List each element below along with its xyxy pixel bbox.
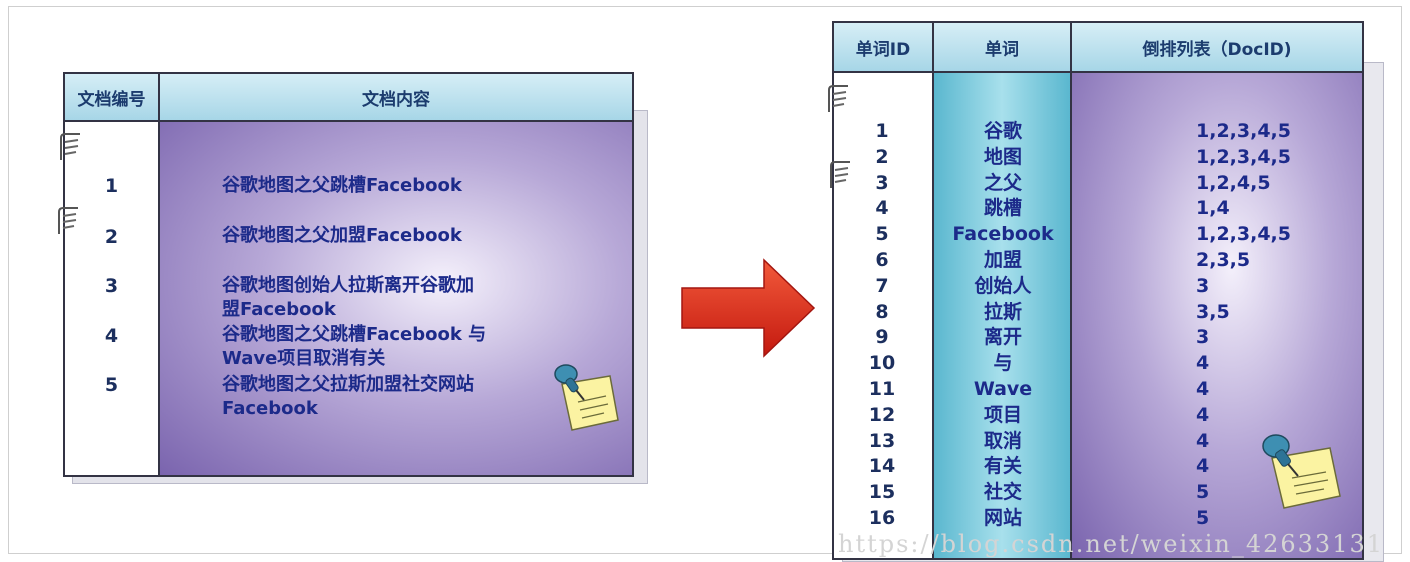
right-row-posting-list-7: 3 [1196, 275, 1210, 297]
right-row-id-1: 1 [875, 120, 889, 142]
right-row-id-16: 16 [868, 507, 896, 529]
right-row-word-3: 之父 [983, 172, 1022, 194]
right-row-word-7: 创始人 [974, 275, 1032, 297]
right-row-id-5: 5 [875, 223, 889, 245]
right-row-posting-list-8: 3,5 [1196, 301, 1230, 323]
right-row-posting-list-10: 4 [1196, 352, 1210, 374]
right-row-word-9: 离开 [983, 326, 1022, 348]
left-row-5-line-2: Facebook [222, 398, 318, 419]
right-row-posting-list-3: 1,2,4,5 [1196, 172, 1271, 194]
right-row-word-15: 社交 [983, 481, 1022, 503]
right-row-id-12: 12 [868, 404, 896, 426]
pushpin-note-icon [1262, 434, 1341, 509]
left-row-3-line-2: 盟Facebook [222, 299, 336, 320]
right-row-word-12: 项目 [983, 404, 1022, 426]
right-row-posting-list-11: 4 [1196, 378, 1210, 400]
left-header-doc-id: 文档编号 [63, 72, 160, 122]
right-row-word-4: 跳槽 [983, 197, 1022, 219]
right-row-id-10: 10 [868, 352, 896, 374]
paper-clip-icon [828, 85, 848, 112]
right-row-word-2: 地图 [983, 146, 1022, 168]
right-row-id-13: 13 [868, 430, 896, 452]
right-row-word-13: 取消 [983, 430, 1022, 452]
right-row-posting-list-9: 3 [1196, 326, 1210, 348]
left-row-2-line-1: 谷歌地图之父加盟Facebook [222, 225, 462, 246]
right-header-word: 单词 [934, 21, 1072, 73]
left-row-4-line-1: 谷歌地图之父跳槽Facebook 与 [222, 324, 487, 345]
watermark: https://blog.csdn.net/weixin_42633131 [838, 530, 1385, 558]
left-row-4-text: 谷歌地图之父跳槽Facebook 与 Wave项目取消有关 [222, 323, 522, 371]
paper-clip-icon [60, 133, 80, 160]
right-row-posting-list-4: 1,4 [1196, 197, 1230, 219]
right-row-posting-list-6: 2,3,5 [1196, 249, 1251, 271]
left-row-1-line-1: 谷歌地图之父跳槽Facebook [222, 175, 462, 196]
right-row-id-7: 7 [875, 275, 889, 297]
left-row-3-text: 谷歌地图创始人拉斯离开谷歌加 盟Facebook [222, 274, 522, 322]
left-row-3-line-1: 谷歌地图创始人拉斯离开谷歌加 [222, 275, 474, 296]
right-row-posting-list-12: 4 [1196, 404, 1210, 426]
left-row-4-id: 4 [104, 325, 119, 347]
right-row-word-14: 有关 [983, 455, 1022, 477]
right-row-id-6: 6 [875, 249, 889, 271]
pushpin-note-icon [554, 364, 619, 431]
left-row-1-id: 1 [104, 175, 119, 197]
right-row-id-9: 9 [875, 326, 889, 348]
right-row-id-14: 14 [868, 455, 896, 477]
right-row-id-4: 4 [875, 197, 889, 219]
left-row-4-line-2: Wave项目取消有关 [222, 348, 386, 369]
right-arrow-icon [681, 258, 816, 358]
paper-clip-icon [830, 161, 850, 188]
paper-clip-icon [58, 207, 78, 234]
right-header-posting-list: 倒排列表（DocID) [1072, 21, 1364, 73]
right-row-word-11: Wave [973, 378, 1033, 400]
right-row-id-15: 15 [868, 481, 896, 503]
left-header-doc-content: 文档内容 [160, 72, 634, 122]
left-row-5-line-1: 谷歌地图之父拉斯加盟社交网站 [222, 374, 474, 395]
left-row-5-text: 谷歌地图之父拉斯加盟社交网站 Facebook [222, 373, 522, 421]
right-row-word-5: Facebook [952, 223, 1054, 245]
right-row-word-10: 与 [993, 352, 1013, 374]
right-row-word-1: 谷歌 [983, 120, 1022, 142]
right-header-word-id: 单词ID [832, 21, 934, 73]
right-row-posting-list-1: 1,2,3,4,5 [1196, 120, 1291, 142]
right-row-posting-list-5: 1,2,3,4,5 [1196, 223, 1291, 245]
left-row-2-text: 谷歌地图之父加盟Facebook [222, 224, 522, 248]
left-row-5-id: 5 [104, 374, 119, 396]
right-row-word-16: 网站 [983, 507, 1022, 529]
right-row-word-8: 拉斯 [983, 301, 1022, 323]
left-row-3-id: 3 [104, 275, 119, 297]
right-row-id-11: 11 [868, 378, 896, 400]
right-row-id-8: 8 [875, 301, 889, 323]
right-row-posting-list-2: 1,2,3,4,5 [1196, 146, 1291, 168]
left-row-1-text: 谷歌地图之父跳槽Facebook [222, 174, 522, 198]
right-row-word-6: 加盟 [983, 249, 1022, 271]
